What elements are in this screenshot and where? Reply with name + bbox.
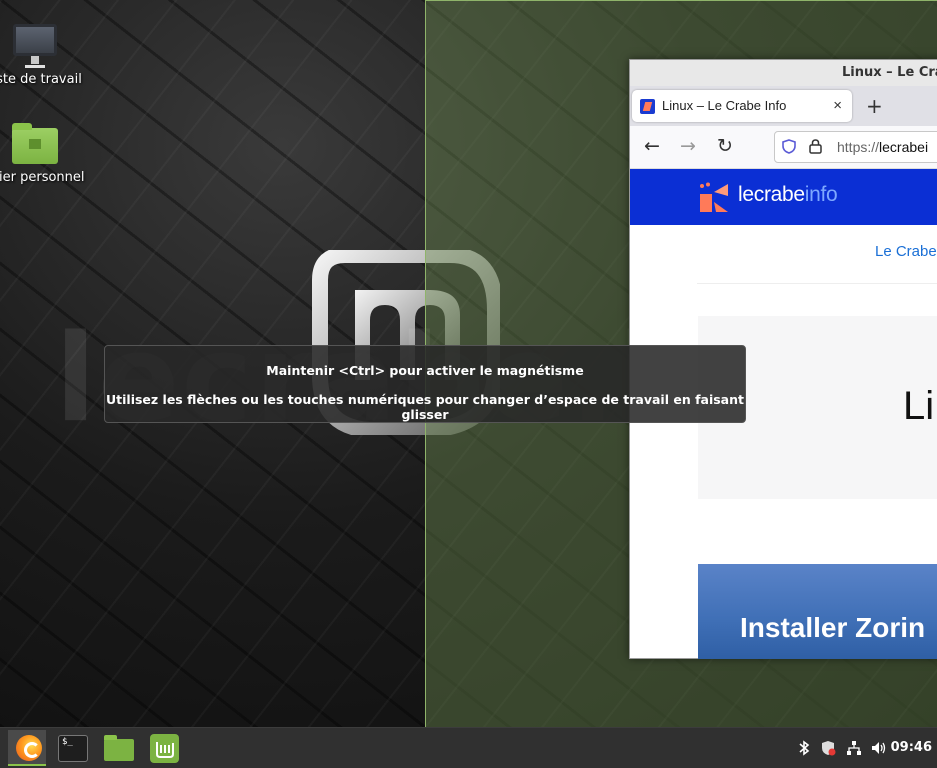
url-text: https://lecrabei [837,132,928,162]
panel-clock[interactable]: 09:46 [891,728,932,768]
desktop-icon-home-folder[interactable]: ssier personnel [0,123,90,185]
desktop-icon-label: oste de travail [0,72,82,87]
osd-line-ctrl-hint: Maintenir <Ctrl> pour activer le magnéti… [266,363,584,378]
snap-hint-osd: Maintenir <Ctrl> pour activer le magnéti… [104,345,746,423]
url-bar[interactable]: https://lecrabei [774,131,937,163]
panel-launcher-terminal[interactable]: $_ [54,730,92,766]
terminal-icon: $_ [58,735,88,762]
site-logo-text[interactable]: lecrabeinfo [738,183,838,207]
hero-title: Li [903,384,935,428]
tab-bar: Linux – Le Crabe Info × + [630,86,937,126]
url-scheme: https:// [837,139,880,155]
site-favicon-icon [640,99,655,114]
desktop-icon-computer[interactable]: oste de travail [0,24,90,87]
bottom-panel: $_ 09:46 [0,727,937,768]
shield-update-icon[interactable] [820,740,836,756]
firefox-icon [16,735,42,761]
logo-text-main: lecrabe [738,183,805,206]
breadcrumb-link[interactable]: Le Crabe [875,243,937,260]
panel-launcher-mint-update[interactable] [146,730,184,766]
mint-update-icon [150,734,179,763]
tracking-protection-shield-icon[interactable] [782,139,796,154]
computer-icon [13,24,57,64]
window-titlebar[interactable]: Linux – Le Crab [630,60,937,86]
content-divider [697,283,937,284]
home-folder-icon [12,123,58,164]
browser-tab[interactable]: Linux – Le Crabe Info × [632,90,852,122]
files-icon [104,735,134,761]
forward-arrow-icon[interactable]: → [680,134,696,158]
volume-icon[interactable] [871,740,887,756]
tab-title: Linux – Le Crabe Info [662,98,787,113]
panel-launcher-firefox[interactable] [8,730,46,766]
close-tab-icon[interactable]: × [833,90,842,122]
lecrabe-logo-icon[interactable] [698,182,732,214]
navigation-toolbar: ← → ↻ https://lecrabei [630,126,937,169]
url-host: lecrabei [879,139,929,155]
lock-icon[interactable] [809,139,822,154]
new-tab-button[interactable]: + [866,90,883,122]
site-header: lecrabeinfo [630,169,937,225]
post-thumbnail: Installer Zorin [698,564,937,659]
desktop-icon-label: ssier personnel [0,170,85,185]
panel-launcher-files[interactable] [100,730,138,766]
osd-line-workspace-hint: Utilisez les flèches ou les touches numé… [106,392,744,422]
post-title: Installer Zorin [740,612,926,643]
logo-text-accent: info [804,183,838,206]
reload-icon[interactable]: ↻ [717,134,733,158]
network-icon[interactable] [846,740,862,756]
back-arrow-icon[interactable]: ← [644,134,660,158]
post-card[interactable]: Installer Zorin [698,564,937,659]
bluetooth-icon[interactable] [796,740,812,756]
desktop-background: lecrabe.info oste de travail ssier perso… [0,0,937,727]
